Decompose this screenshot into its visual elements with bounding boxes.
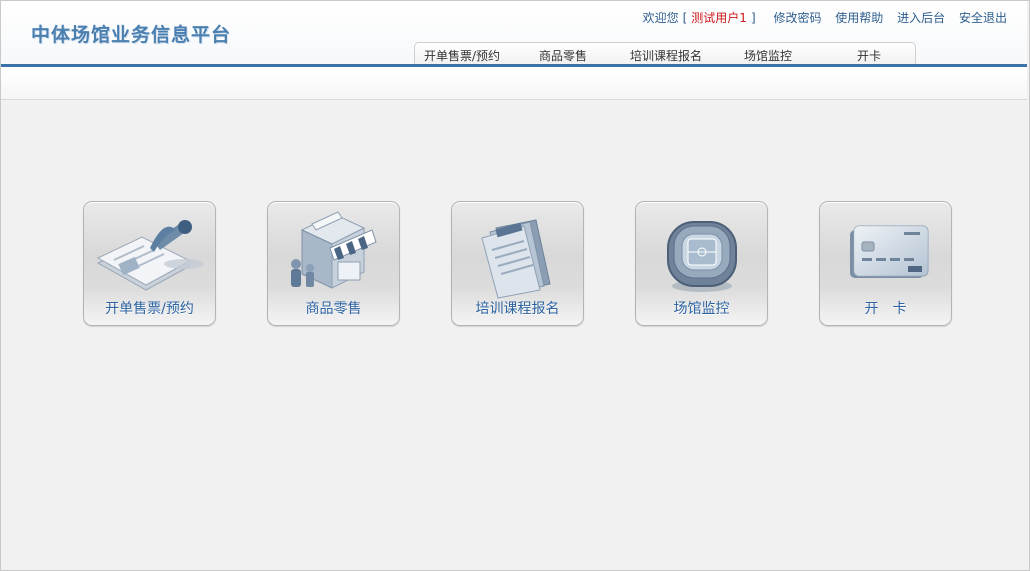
tab-ticketing[interactable]: 开单售票/预约 bbox=[424, 47, 500, 64]
tab-training[interactable]: 培训课程报名 bbox=[630, 47, 702, 64]
module-label: 场馆监控 bbox=[673, 301, 730, 317]
stadium-icon bbox=[667, 221, 737, 292]
bracket-open: [ bbox=[682, 11, 688, 25]
bank-card-icon bbox=[850, 225, 929, 278]
tab-card[interactable]: 开卡 bbox=[857, 47, 881, 64]
module-monitor-button[interactable]: 场馆监控 bbox=[635, 201, 768, 326]
ticket-documents-icon bbox=[96, 220, 204, 291]
help-link[interactable]: 使用帮助 bbox=[835, 9, 883, 26]
header: 中体场馆业务信息平台 欢迎您[测试用户1] 修改密码 使用帮助 进入后台 安全退… bbox=[1, 1, 1027, 67]
course-documents-icon bbox=[481, 219, 551, 299]
change-password-link[interactable]: 修改密码 bbox=[773, 9, 821, 26]
logout-link[interactable]: 安全退出 bbox=[959, 9, 1007, 26]
top-links: 欢迎您[测试用户1] 修改密码 使用帮助 进入后台 安全退出 bbox=[643, 9, 1007, 26]
admin-backend-link[interactable]: 进入后台 bbox=[897, 9, 945, 26]
sub-toolbar bbox=[1, 67, 1027, 100]
module-ticketing-button[interactable]: 开单售票/预约 bbox=[83, 201, 216, 326]
tab-retail[interactable]: 商品零售 bbox=[539, 47, 587, 64]
module-label: 开单售票/预约 bbox=[105, 301, 194, 317]
module-training-button[interactable]: 培训课程报名 bbox=[451, 201, 584, 326]
bracket-close: ] bbox=[750, 11, 756, 25]
module-label: 商品零售 bbox=[305, 301, 362, 317]
module-card-button[interactable]: 开 卡 bbox=[819, 201, 952, 326]
current-user-link[interactable]: 测试用户1 bbox=[691, 9, 747, 26]
module-label: 开 卡 bbox=[864, 301, 907, 317]
retail-shop-icon bbox=[291, 211, 377, 289]
app-logo: 中体场馆业务信息平台 bbox=[31, 24, 232, 46]
module-retail-button[interactable]: 商品零售 bbox=[267, 201, 400, 326]
module-label: 培训课程报名 bbox=[475, 301, 560, 317]
tab-monitor[interactable]: 场馆监控 bbox=[744, 47, 792, 64]
welcome-text: 欢迎您 bbox=[642, 11, 679, 25]
